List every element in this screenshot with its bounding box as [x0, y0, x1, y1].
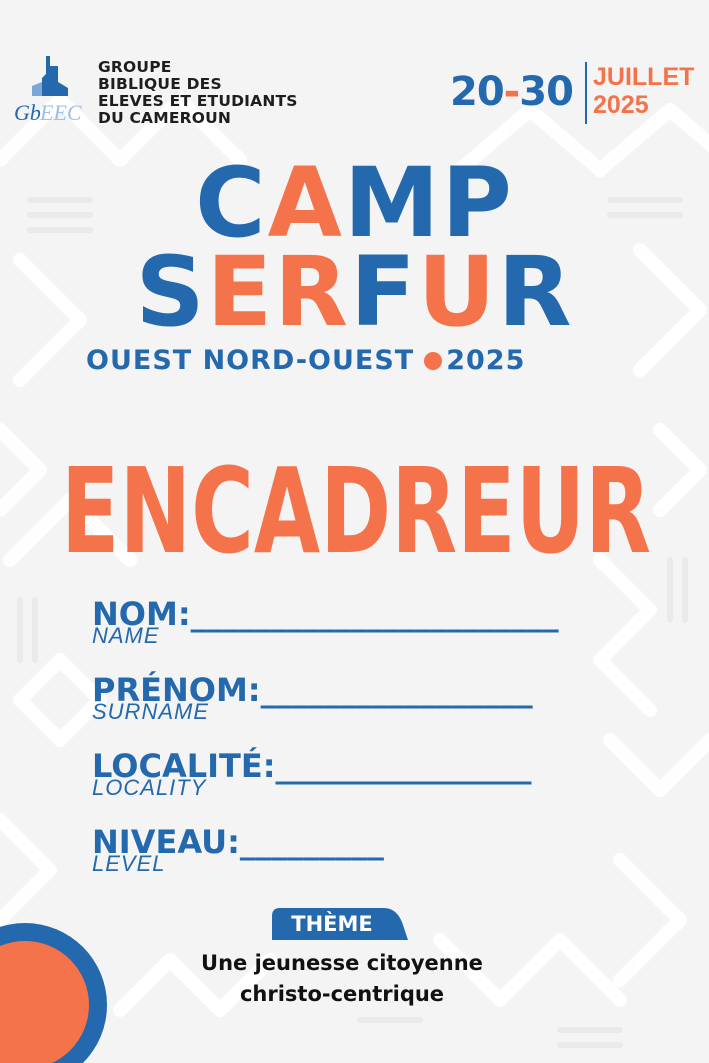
role-heading: ENCADREUR [61, 442, 651, 570]
title-serfur: SERFUR [0, 237, 709, 347]
field-blank[interactable]: _______________________ [191, 595, 559, 633]
organization-name: GROUPE BIBLIQUE DES ELEVES ET ETUDIANTS … [98, 59, 298, 127]
region-line: OUEST NORD-OUEST 2025 [86, 343, 525, 379]
title-letter: S [135, 236, 207, 348]
theme-label: THÈME [291, 912, 373, 936]
org-line: BIBLIQUE DES [98, 75, 222, 93]
month-year: JUILLET 2025 [593, 63, 694, 119]
theme-text: Une jeunesse citoyenne christo-centrique [150, 948, 534, 1010]
field-sublabel: LOCALITY [92, 775, 207, 800]
region-year: 2025 [446, 345, 526, 376]
month: JUILLET [593, 63, 695, 91]
field-sublabel: LEVEL [92, 851, 166, 876]
svg-text:EEC: EEC [39, 100, 82, 125]
field-label: NOM:_______________________ [92, 596, 559, 632]
field-blank[interactable]: ________________ [275, 747, 531, 785]
field-niveau: NIVEAU:_________ LEVEL [92, 823, 384, 876]
year: 2025 [593, 91, 649, 119]
title-letter-accent: ER [206, 236, 351, 348]
date-range: 20-30 [450, 66, 574, 118]
field-prenom: PRÉNOM:_________________ SURNAME [92, 671, 533, 724]
title-letter: R [497, 236, 574, 348]
bullet-dot [424, 352, 443, 370]
date-start: 20 [450, 69, 505, 115]
field-sublabel: SURNAME [92, 699, 210, 724]
theme-line: christo-centrique [239, 982, 445, 1006]
field-sublabel: NAME [92, 623, 160, 648]
date-divider [585, 62, 587, 124]
field-blank[interactable]: _________ [240, 823, 384, 861]
field-localite: LOCALITÉ:________________ LOCALITY [92, 747, 531, 800]
org-line: DU CAMEROUN [98, 109, 232, 127]
corner-circle-decoration [0, 923, 107, 1063]
title-letter: F [350, 236, 418, 348]
field-blank[interactable]: _________________ [261, 671, 533, 709]
theme-line: Une jeunesse citoyenne [201, 951, 483, 975]
date-end: 30 [519, 69, 574, 115]
logo-text: Gb [14, 100, 41, 125]
org-line: ELEVES ET ETUDIANTS [98, 92, 298, 110]
gbeec-logo: Gb EEC [14, 56, 82, 125]
role-text: ENCADREUR [61, 442, 651, 570]
region-name: OUEST NORD-OUEST [86, 345, 415, 376]
org-line: GROUPE [98, 58, 172, 76]
title-letter-accent: U [417, 236, 498, 348]
field-nom: NOM:_______________________ NAME [92, 596, 559, 648]
poster: Gb EEC GROUPE BIBLIQUE DES ELEVES ET ETU… [0, 0, 709, 1063]
date-separator: - [503, 69, 521, 115]
